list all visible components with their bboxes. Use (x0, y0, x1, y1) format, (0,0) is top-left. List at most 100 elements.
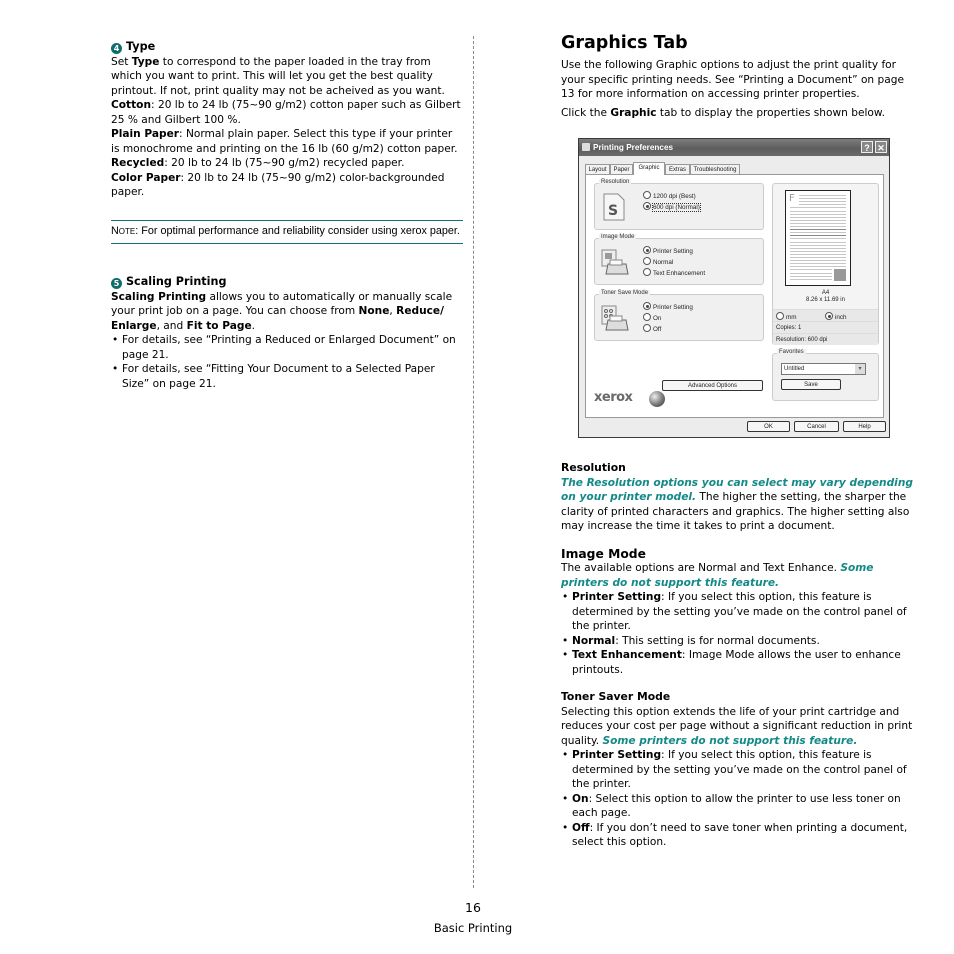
favorites-group: Favorites Untitled ▾ Save (772, 349, 879, 401)
resolution-heading: Resolution (561, 461, 626, 474)
list-item: Printer Setting: If you select this opti… (561, 748, 913, 792)
preview-text-line (790, 250, 846, 252)
radio-button-icon (643, 257, 651, 265)
preview-text-line (790, 219, 846, 221)
preview-text-line (790, 275, 832, 277)
page-preview: F (785, 190, 851, 286)
preview-text-line (790, 235, 846, 237)
printer-icon (582, 143, 590, 151)
radio-image-text-enhancement[interactable]: Text Enhancement (643, 268, 705, 278)
note-label: Note (111, 224, 136, 237)
chevron-down-icon: ▾ (855, 364, 865, 374)
left-column: 4 Type Set Type to correspond to the pape… (111, 40, 463, 391)
preview-text-line (790, 241, 846, 243)
tab-graphic[interactable]: Graphic (633, 162, 665, 175)
cancel-button[interactable]: Cancel (794, 421, 839, 432)
radio-button-icon (643, 268, 651, 276)
preview-text-line (790, 238, 846, 240)
list-item: For details, see “Fitting Your Document … (111, 362, 463, 391)
printing-preferences-dialog: Printing Preferences ? ✕ Layout Paper Gr… (578, 138, 890, 438)
note-text: : For optimal performance and reliabilit… (135, 224, 460, 237)
preview-text-line (790, 213, 846, 215)
list-item: Printer Setting: If you select this opti… (561, 590, 913, 634)
type-item-color-paper: Color Paper: 20 lb to 24 lb (75~90 g/m2)… (111, 171, 445, 199)
type-item-plain-paper: Plain Paper: Normal plain paper. Select … (111, 128, 458, 155)
list-item: Normal: This setting is for normal docum… (561, 634, 913, 649)
preview-text-line (790, 269, 832, 271)
printer-image-icon (601, 249, 629, 275)
preview-text-line (790, 216, 846, 218)
preview-text-line (790, 232, 846, 234)
xerox-logo: xerox (594, 390, 633, 405)
preview-text-line (790, 266, 846, 268)
copies-readout: Copies: 1 (773, 321, 878, 333)
printer-toner-icon (601, 305, 629, 331)
radio-button-icon (643, 302, 651, 310)
preview-text-line (790, 210, 846, 212)
radio-1200dpi[interactable]: 1200 dpi (Best) (643, 191, 696, 201)
image-mode-group: Image Mode Printer Setting Normal Text E… (594, 234, 764, 285)
preview-text-line (799, 198, 846, 200)
preview-text-line (790, 222, 846, 224)
tab-troubleshooting[interactable]: Troubleshooting (690, 164, 740, 174)
graphic-tab-panel: Resolution S 1200 dpi (Best) 600 dpi (No… (585, 174, 884, 418)
toner-heading: Toner Saver Mode (561, 690, 671, 703)
paper-size: 8.26 x 11.69 in (806, 297, 845, 303)
radio-600dpi[interactable]: 600 dpi (Normal) (643, 202, 701, 212)
preview-text-line (799, 195, 846, 196)
favorites-label: Favorites (777, 349, 806, 355)
preview-text-line (790, 253, 846, 255)
tab-paper[interactable]: Paper (610, 164, 633, 174)
list-item: On: Select this option to allow the prin… (561, 792, 913, 821)
toner-intro: Selecting this option extends the life o… (561, 705, 913, 747)
resolution-text: The Resolution options you can select ma… (561, 476, 913, 533)
preview-text-line (790, 244, 846, 246)
close-icon[interactable]: ✕ (875, 141, 887, 153)
radio-button-icon (643, 324, 651, 332)
radio-image-printer-setting[interactable]: Printer Setting (643, 246, 693, 256)
radio-button-icon (643, 313, 651, 321)
graphics-click-instruction: Click the Graphic tab to display the pro… (561, 106, 885, 119)
radio-image-normal[interactable]: Normal (643, 257, 673, 267)
toner-save-group: Toner Save Mode Printer Setting On Off (594, 290, 764, 341)
type-heading: 4 Type (111, 40, 463, 55)
scaling-intro: Scaling Printing allows you to automatic… (111, 290, 453, 332)
tab-layout[interactable]: Layout (585, 164, 610, 174)
help-button[interactable]: Help (843, 421, 886, 432)
scaling-heading: 5 Scaling Printing (111, 275, 463, 290)
preview-text-line (799, 204, 846, 206)
preview-text-line (790, 226, 846, 227)
ok-button[interactable]: OK (747, 421, 790, 432)
step-number-badge: 4 (111, 43, 122, 54)
type-item-recycled: Recycled: 20 lb to 24 lb (75~90 g/m2) re… (111, 157, 405, 169)
radio-toner-on[interactable]: On (643, 313, 661, 323)
image-mode-intro: The available options are Normal and Tex… (561, 562, 874, 589)
page-title: Graphics Tab (561, 33, 688, 53)
list-item: Off: If you don’t need to save toner whe… (561, 821, 913, 850)
tab-extras[interactable]: Extras (665, 164, 690, 174)
preview-image-block (834, 269, 846, 281)
dialog-titlebar: Printing Preferences ? ✕ (579, 139, 889, 156)
favorites-select[interactable]: Untitled ▾ (781, 363, 866, 375)
page-preview-panel: F A4 8.26 x 11.69 in mm inch Copies: 1 R… (772, 183, 879, 345)
resolution-group: Resolution S 1200 dpi (Best) 600 dpi (No… (594, 179, 764, 230)
radio-toner-off[interactable]: Off (643, 324, 661, 334)
graphics-intro: Use the following Graphic options to adj… (561, 59, 904, 100)
radio-toner-printer-setting[interactable]: Printer Setting (643, 302, 693, 312)
image-mode-group-label: Image Mode (599, 234, 637, 240)
resolution-readout: Resolution: 600 dpi (773, 333, 878, 345)
preview-text-line (790, 263, 846, 265)
preview-text-line (790, 260, 846, 262)
save-favorites-button[interactable]: Save (781, 379, 841, 390)
document-s-icon: S (603, 193, 625, 221)
resolution-group-label: Resolution (599, 179, 632, 185)
image-mode-bullets: Printer Setting: If you select this opti… (561, 590, 913, 677)
list-item: For details, see “Printing a Reduced or … (111, 333, 463, 362)
toner-bullets: Printer Setting: If you select this opti… (561, 748, 913, 850)
help-title-button[interactable]: ? (861, 141, 873, 153)
paper-name: A4 (821, 290, 830, 296)
radio-button-icon (776, 312, 784, 320)
type-intro: Set Type to correspond to the paper load… (111, 55, 445, 97)
advanced-options-button[interactable]: Advanced Options (662, 380, 763, 391)
list-item: Text Enhancement: Image Mode allows the … (561, 648, 913, 677)
